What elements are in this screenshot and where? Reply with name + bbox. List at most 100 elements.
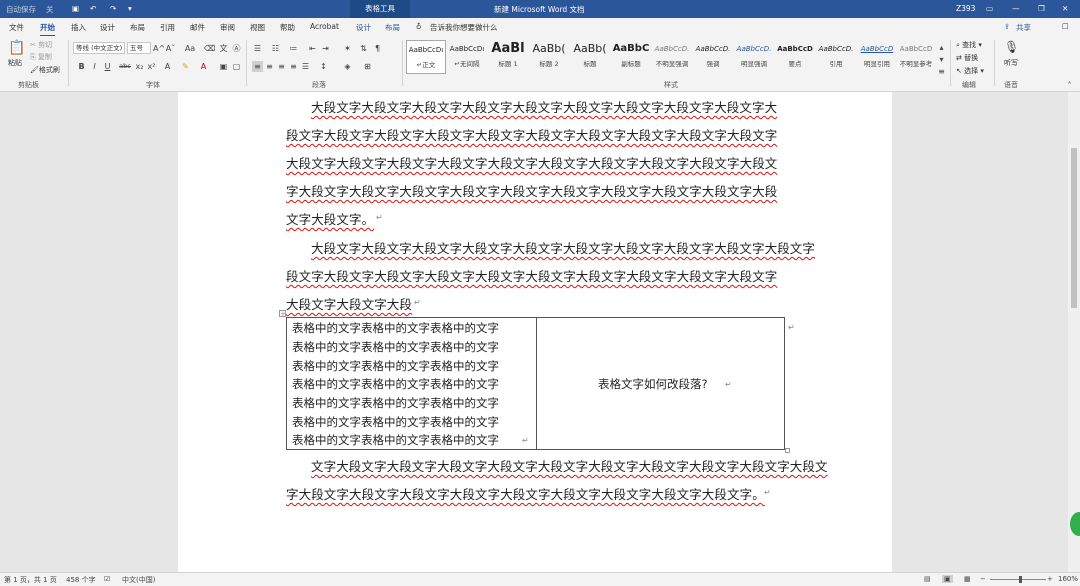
change-case-button[interactable]: Aa [182,43,198,54]
highlight-icon[interactable]: ✎ [180,61,191,72]
zoom-slider-thumb[interactable] [1019,576,1022,583]
decrease-indent-icon[interactable]: ⇤ [307,43,318,54]
table-cell-right-text[interactable]: 表格文字如何改段落? [598,376,708,392]
font-size-combo[interactable]: 五号 [127,42,151,54]
comments-icon[interactable]: ☐ [1062,22,1069,31]
share-icon[interactable]: ⇪ [1004,22,1010,31]
tab-insert[interactable]: 插入 [71,22,86,33]
customize-qat-icon[interactable]: ▾ [128,4,132,13]
dictate-button[interactable]: 听写 [1004,58,1018,68]
styles-scroll-up-icon[interactable]: ▴ [936,42,947,53]
paragraph-line[interactable]: 文字大段文字。 [286,209,374,228]
style-normal[interactable]: AaBbCcDı ↵正文 [406,40,446,74]
styles-scroll-down-icon[interactable]: ▾ [936,54,947,65]
cut-button[interactable]: ✂ 剪切 [30,40,52,50]
maximize-icon[interactable]: ❐ [1038,4,1045,13]
style-subtle-emphasis[interactable]: AaBbCcD. 不明显强调 [652,40,692,74]
font-name-combo[interactable]: 等线 (中文正文) [73,42,125,54]
paragraph-line[interactable]: 大段文字大段文字大段 [286,294,412,313]
tab-review[interactable]: 审阅 [220,22,235,33]
tab-layout[interactable]: 布局 [130,22,145,33]
page-count[interactable]: 第 1 页，共 1 页 [4,575,57,585]
paragraph-line[interactable]: 文字大段文字大段文字大段文字大段文字大段文字大段文字大段文字大段文字大段文字大段… [311,456,828,475]
read-mode-icon[interactable]: ▤ [924,575,931,583]
style-subtitle[interactable]: AaBbC 副标题 [611,40,651,74]
text-effects-icon[interactable]: A [162,61,173,72]
chinese-layout-icon[interactable]: ✶ [342,43,353,54]
style-strong[interactable]: AaBbCcD 要点 [775,40,815,74]
user-name[interactable]: Z393 [956,4,975,13]
align-left-icon[interactable]: ≡ [252,61,263,72]
style-title[interactable]: AaBb(标题 [570,40,610,74]
autosave-toggle[interactable]: 关 [46,4,54,15]
style-heading-1[interactable]: AaBl 标题 1 [488,40,528,74]
sort-icon[interactable]: ⇅ [358,43,369,54]
distributed-icon[interactable]: ☰ [300,61,311,72]
align-right-icon[interactable]: ≡ [276,61,287,72]
styles-more-icon[interactable]: ≡ [936,66,947,77]
style-intense-emphasis[interactable]: AaBbCcD. 明显强调 [734,40,774,74]
grow-font-button[interactable]: A^ [153,43,165,54]
phonetic-guide-icon[interactable]: 文 [218,43,229,54]
underline-button[interactable]: U [102,61,113,72]
tab-acrobat[interactable]: Acrobat [310,22,339,31]
table-cell-line[interactable]: 表格中的文字表格中的文字表格中的文字 [292,320,499,336]
scrollbar-thumb[interactable] [1071,148,1077,308]
justify-icon[interactable]: ≡ [288,61,299,72]
style-emphasis[interactable]: AaBbCcD. 强调 [693,40,733,74]
table-cell-line[interactable]: 表格中的文字表格中的文字表格中的文字 [292,432,499,448]
undo-icon[interactable]: ↶ [90,4,96,13]
zoom-slider-track[interactable] [990,579,1046,580]
style-quote[interactable]: AaBbCcD. 引用 [816,40,856,74]
find-button[interactable]: ⌕ 查找 ▾ [956,40,982,50]
table-column-divider[interactable] [536,318,537,449]
char-border-icon[interactable]: ▢ [231,61,242,72]
enclose-char-icon[interactable]: Ⓐ [231,43,242,54]
paragraph-line[interactable]: 大段文字大段文字大段文字大段文字大段文字大段文字大段文字大段文字大段文字大段文 [286,153,777,172]
subscript-button[interactable]: x₂ [134,61,145,72]
language-status[interactable]: 中文(中国) [122,575,155,585]
redo-icon[interactable]: ↷ [110,4,116,13]
multilevel-list-icon[interactable]: ≔ [288,43,299,54]
tab-mailings[interactable]: 邮件 [190,22,205,33]
web-layout-icon[interactable]: ▦ [964,575,971,583]
collapse-ribbon-icon[interactable]: ˄ [1064,80,1075,91]
tab-home[interactable]: 开始 [40,22,55,37]
numbering-icon[interactable]: ☷ [270,43,281,54]
proofing-icon[interactable]: ☑ [104,575,110,583]
font-color-icon[interactable]: A [198,61,209,72]
paragraph-line[interactable]: 大段文字大段文字大段文字大段文字大段文字大段文字大段文字大段文字大段文字大 [311,97,777,116]
superscript-button[interactable]: x² [146,61,157,72]
clear-format-icon[interactable]: ⌫ [204,43,215,54]
save-icon[interactable]: ▣ [72,4,79,13]
line-spacing-icon[interactable]: ↕ [318,61,329,72]
italic-button[interactable]: I [89,61,100,72]
table-cell-line[interactable]: 表格中的文字表格中的文字表格中的文字 [292,376,499,392]
table-resize-handle-icon[interactable] [785,448,790,453]
ribbon-options-icon[interactable]: ▭ [986,4,993,13]
tab-view[interactable]: 视图 [250,22,265,33]
table-cell-line[interactable]: 表格中的文字表格中的文字表格中的文字 [292,414,499,430]
select-button[interactable]: ↖ 选择 ▾ [956,66,984,76]
format-painter-button[interactable]: 🖌格式刷 [30,65,60,75]
tab-table-design[interactable]: 设计 [356,22,371,33]
style-subtle-reference[interactable]: AaBbCcD 不明显参考 [896,40,936,74]
paste-button[interactable]: 粘贴 [8,58,22,68]
close-icon[interactable]: ✕ [1062,4,1068,13]
style-heading-2[interactable]: AaBb(标题 2 [529,40,569,74]
microphone-icon[interactable]: 🎙 [1004,40,1019,54]
paragraph-line[interactable]: 字大段文字大段文字大段文字大段文字大段文字大段文字大段文字大段文字大段文字大段 [286,181,777,200]
char-shading-icon[interactable]: ▣ [218,61,229,72]
bold-button[interactable]: B [76,61,87,72]
tell-me-input[interactable]: 告诉我你想要做什么 [430,22,498,33]
shrink-font-button[interactable]: Aˇ [165,43,176,54]
show-marks-icon[interactable]: ¶ [372,43,383,54]
bullets-icon[interactable]: ☰ [252,43,263,54]
paste-icon[interactable]: 📋 [8,40,25,56]
style-intense-quote[interactable]: AaBbCcD 明显引用 [857,40,897,74]
tab-design[interactable]: 设计 [100,22,115,33]
paragraph-line[interactable]: 段文字大段文字大段文字大段文字大段文字大段文字大段文字大段文字大段文字大段文字 [286,125,777,144]
shading-icon[interactable]: ◈ [342,61,353,72]
word-count[interactable]: 458 个字 [66,575,96,585]
strikethrough-button[interactable]: abc [118,61,132,72]
